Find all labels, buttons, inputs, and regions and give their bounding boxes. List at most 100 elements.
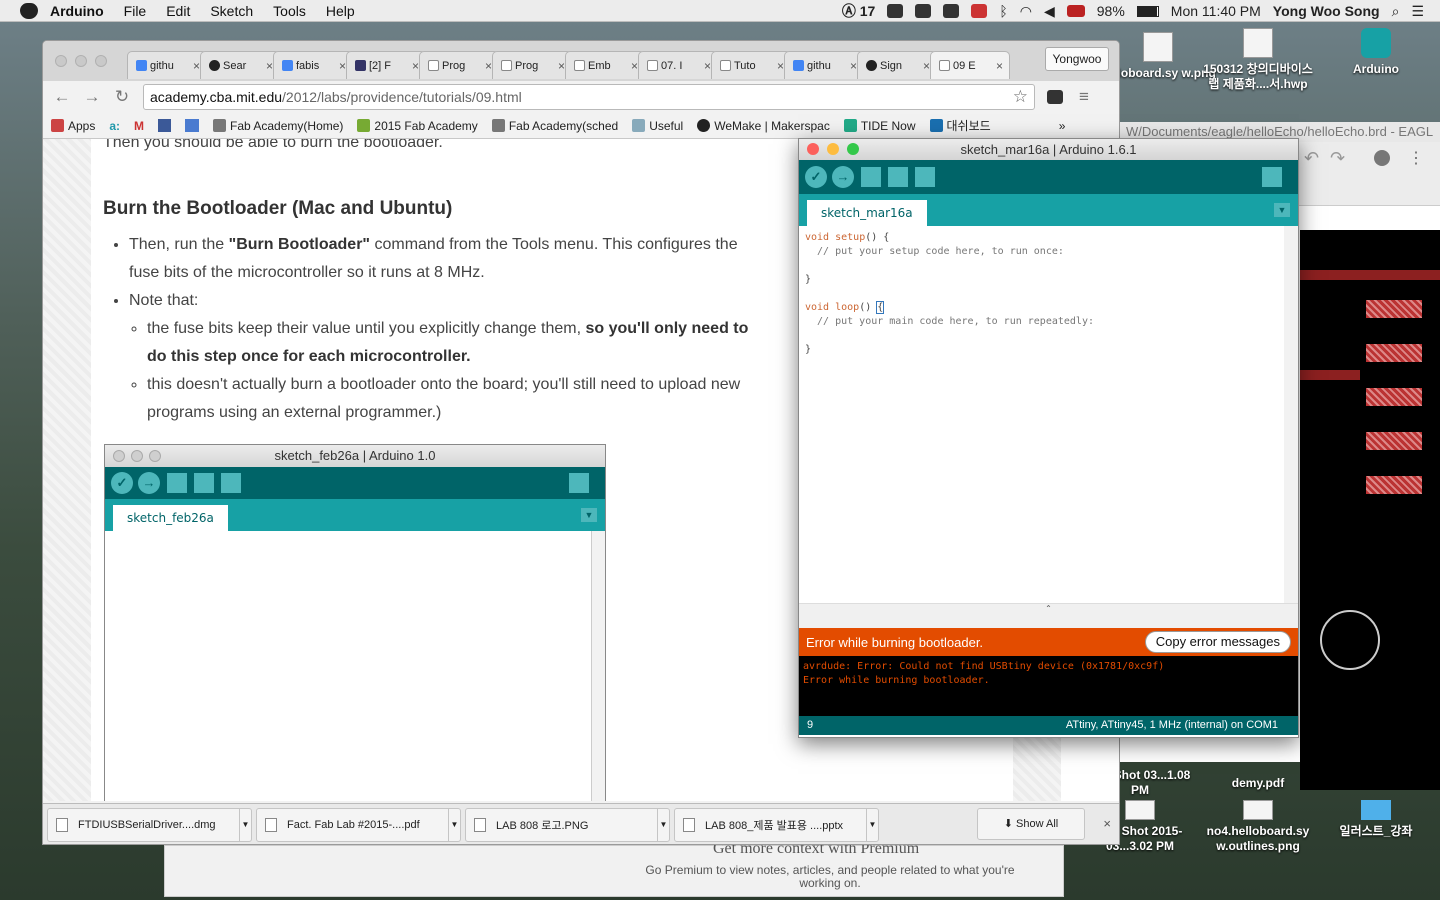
menu-help[interactable]: Help [326, 3, 355, 19]
flag-icon[interactable] [1066, 5, 1085, 17]
bookmark-fab-home[interactable]: Fab Academy(Home) [213, 118, 343, 133]
browser-tab[interactable]: 07. I × [638, 51, 718, 79]
bookmark-dashboard[interactable]: 대쉬보드 [929, 117, 991, 134]
show-all-downloads-button[interactable]: ⬇ Show All [977, 808, 1085, 840]
battery-percent[interactable]: 98% [1097, 3, 1125, 19]
new-sketch-icon[interactable] [861, 167, 881, 187]
browser-tab[interactable]: Sear × [200, 51, 280, 79]
adobe-icon[interactable]: Ⓐ 17 [842, 1, 875, 21]
desktop-file-outlines-png[interactable]: no4.helloboard.sy w.outlines.png [1198, 800, 1318, 854]
menu-tools[interactable]: Tools [273, 3, 306, 19]
close-tab-icon[interactable]: × [266, 59, 273, 73]
profile-button[interactable]: Yongwoo [1045, 47, 1109, 71]
chevron-down-icon[interactable]: ▼ [239, 809, 251, 841]
extension-icon[interactable] [1047, 90, 1063, 104]
amazon-icon[interactable]: a: [109, 119, 120, 133]
address-bar[interactable]: academy.cba.mit.edu/2012/labs/providence… [143, 84, 1035, 110]
browser-tab-active[interactable]: 09 E × [930, 51, 1010, 79]
stop-icon[interactable] [1374, 150, 1390, 166]
bookmark-apps[interactable]: Apps [51, 118, 95, 133]
serial-monitor-icon[interactable] [1262, 167, 1282, 187]
close-tab-icon[interactable]: × [923, 59, 930, 73]
bookmark-star-icon[interactable]: ☆ [1013, 87, 1028, 107]
sketch-tab[interactable]: sketch_mar16a [807, 200, 927, 226]
close-button[interactable] [55, 55, 67, 67]
apple-icon[interactable] [20, 2, 38, 19]
bookmark-fab-schedule[interactable]: Fab Academy(sched [491, 118, 618, 133]
pcb-board-view[interactable] [1300, 230, 1440, 790]
menu-edit[interactable]: Edit [166, 3, 190, 19]
cloud-icon[interactable] [943, 4, 960, 18]
desktop-app-arduino[interactable]: Arduino [1316, 28, 1436, 77]
browser-tab[interactable]: Prog × [419, 51, 499, 79]
minimize-button[interactable] [827, 143, 839, 155]
close-tab-icon[interactable]: × [412, 59, 419, 73]
chrome-menu-icon[interactable]: ≡ [1075, 87, 1093, 107]
close-button[interactable] [807, 143, 819, 155]
battery-icon[interactable] [1136, 5, 1159, 17]
browser-tab[interactable]: githu × [127, 51, 207, 79]
notification-icon[interactable] [971, 4, 988, 18]
close-tab-icon[interactable]: × [777, 59, 784, 73]
browser-tab[interactable]: fabis × [273, 51, 353, 79]
drive-icon[interactable] [887, 4, 904, 18]
close-tab-icon[interactable]: × [558, 59, 565, 73]
zoom-button[interactable] [847, 143, 859, 155]
desktop-file-hwp[interactable]: 150312 창의디바이스랩 제품화....서.hwp [1198, 28, 1318, 92]
download-item[interactable]: LAB 808 로고.PNG ▼ [465, 808, 670, 842]
menu-app-name[interactable]: Arduino [50, 3, 104, 19]
menu-file[interactable]: File [124, 3, 147, 19]
bookmark-wemake[interactable]: WeMake | Makerspac [697, 118, 830, 133]
browser-tab[interactable]: Emb × [565, 51, 645, 79]
bookmarks-overflow-icon[interactable]: » [1059, 119, 1066, 133]
back-icon[interactable]: ← [53, 87, 71, 107]
gmail-icon[interactable]: M [134, 119, 144, 133]
console-output[interactable]: avrdude: Error: Could not find USBtiny d… [799, 656, 1298, 716]
zoom-button[interactable] [95, 55, 107, 67]
user-name[interactable]: Yong Woo Song [1273, 3, 1380, 19]
open-sketch-icon[interactable] [888, 167, 908, 187]
close-tab-icon[interactable]: × [339, 59, 346, 73]
copy-error-messages-button[interactable]: Copy error messages [1144, 631, 1291, 653]
clock[interactable]: Mon 11:40 PM [1171, 3, 1261, 19]
more-icon[interactable]: ⋮ [1408, 148, 1424, 168]
bookmark-useful[interactable]: Useful [632, 118, 683, 133]
close-tab-icon[interactable]: × [996, 59, 1003, 73]
reload-icon[interactable]: ↻ [113, 87, 131, 107]
browser-tab[interactable]: githu × [784, 51, 864, 79]
volume-icon[interactable]: ◀ [1044, 3, 1055, 20]
facebook-icon[interactable] [158, 119, 172, 132]
download-item[interactable]: LAB 808_제품 발표용 ....pptx ▼ [674, 808, 879, 842]
chevron-down-icon[interactable]: ▼ [448, 809, 460, 841]
browser-tab[interactable]: [2] F × [346, 51, 426, 79]
browser-tab[interactable]: Tuto × [711, 51, 791, 79]
desktop-folder-illustrator[interactable]: 일러스트_강좌 [1316, 800, 1436, 839]
calendar-icon[interactable] [185, 119, 200, 132]
download-item[interactable]: Fact. Fab Lab #2015-....pdf ▼ [256, 808, 461, 842]
evernote-icon[interactable] [915, 4, 932, 18]
code-editor[interactable]: void setup() { // put your setup code he… [799, 226, 1298, 603]
verify-icon[interactable]: ✓ [805, 166, 827, 188]
menu-sketch[interactable]: Sketch [210, 3, 253, 19]
forward-icon[interactable]: → [83, 87, 101, 107]
browser-tab[interactable]: Prog × [492, 51, 572, 79]
bookmark-fab-2015[interactable]: 2015 Fab Academy [357, 118, 478, 133]
redo-icon[interactable]: ↷ [1330, 148, 1345, 169]
chevron-down-icon[interactable]: ▼ [657, 809, 669, 841]
chevron-down-icon[interactable]: ▼ [866, 809, 878, 841]
download-item[interactable]: FTDIUSBSerialDriver....dmg ▼ [47, 808, 252, 842]
save-sketch-icon[interactable] [915, 167, 935, 187]
close-tab-icon[interactable]: × [850, 59, 857, 73]
spotlight-icon[interactable]: ⌕ [1392, 3, 1400, 20]
close-downloads-icon[interactable]: × [1103, 816, 1111, 831]
bluetooth-icon[interactable]: ᛒ [999, 3, 1007, 19]
wifi-icon[interactable]: ◠ [1020, 3, 1032, 20]
notification-center-icon[interactable]: ☰ [1411, 3, 1424, 20]
close-tab-icon[interactable]: × [485, 59, 492, 73]
close-tab-icon[interactable]: × [193, 59, 200, 73]
upload-icon[interactable]: → [832, 166, 854, 188]
minimize-button[interactable] [75, 55, 87, 67]
tab-menu-chevron-icon[interactable]: ▼ [1274, 203, 1290, 217]
close-tab-icon[interactable]: × [704, 59, 711, 73]
close-tab-icon[interactable]: × [631, 59, 638, 73]
